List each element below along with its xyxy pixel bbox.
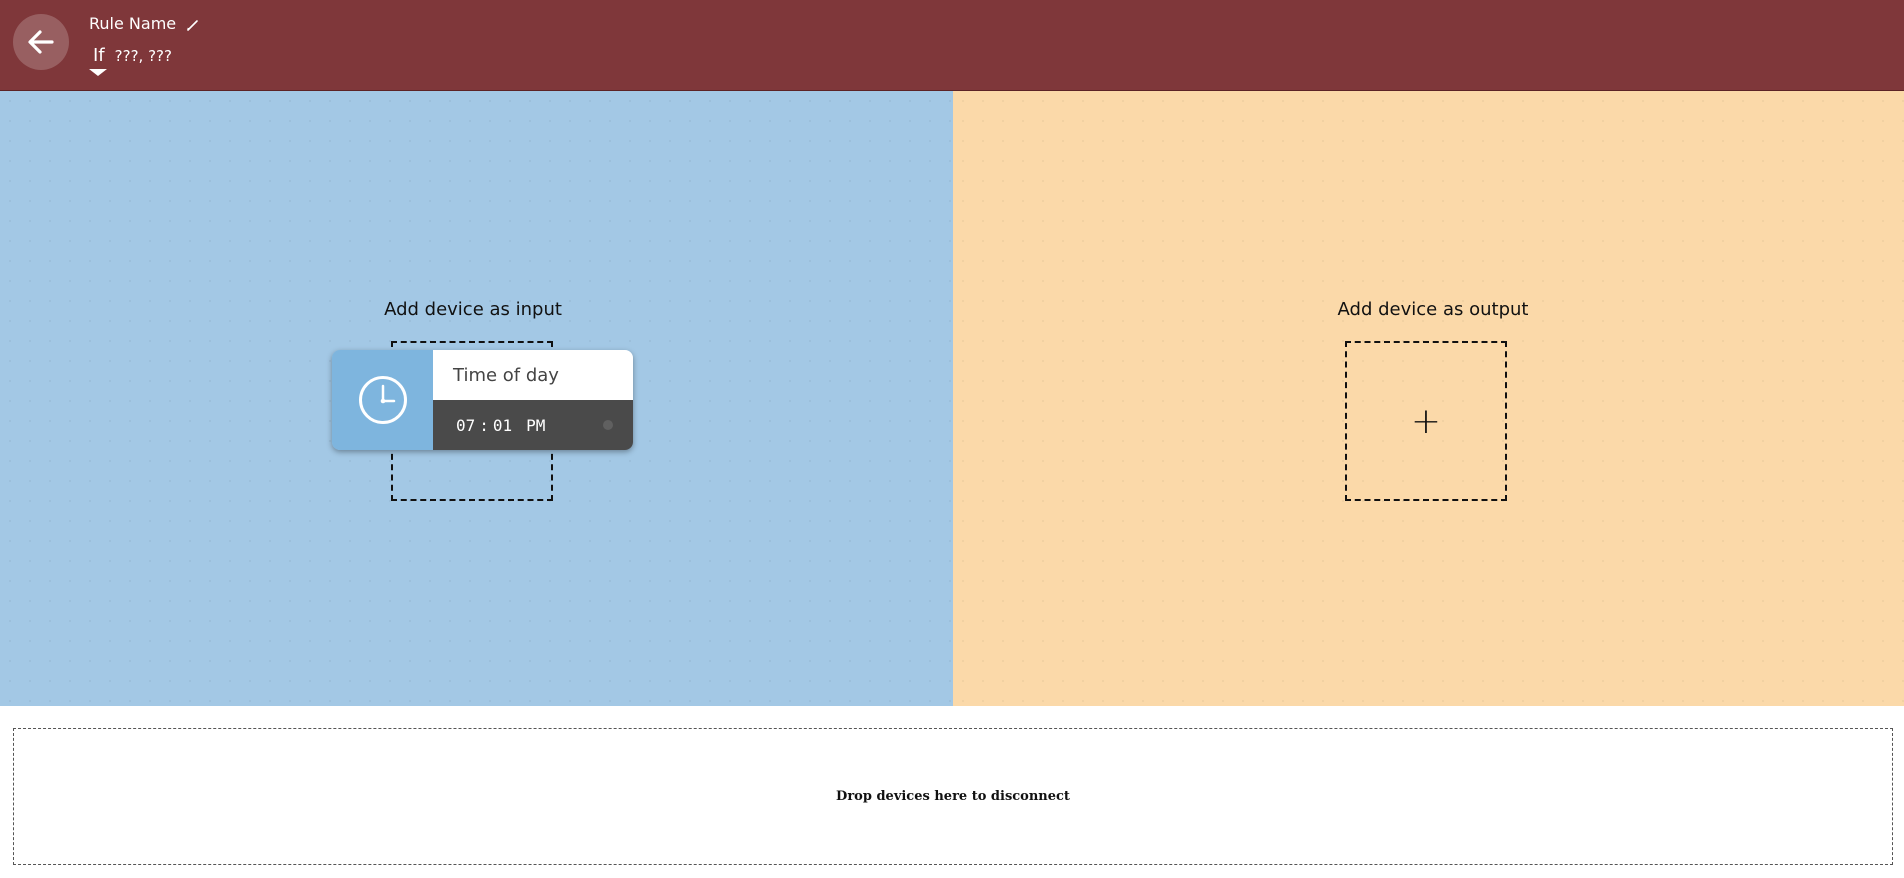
edit-icon[interactable] bbox=[186, 17, 200, 31]
rule-header: Rule Name If ???, ??? bbox=[0, 0, 1904, 91]
device-name: Time of day bbox=[433, 350, 633, 400]
time-input[interactable]: 07 : 01 PM bbox=[433, 400, 633, 450]
input-area-label: Add device as input bbox=[384, 299, 562, 320]
output-area-label: Add device as output bbox=[1337, 299, 1529, 320]
ampm-field[interactable]: PM bbox=[526, 416, 545, 435]
time-of-day-device[interactable]: Time of day 07 : 01 PM bbox=[332, 350, 633, 450]
device-icon-box bbox=[332, 350, 433, 450]
disconnect-label: Drop devices here to disconnect bbox=[836, 789, 1070, 804]
add-output-icon: + bbox=[1410, 400, 1442, 442]
hour-field[interactable]: 07 bbox=[456, 416, 475, 435]
clock-icon bbox=[358, 376, 407, 424]
rule-type-value: If bbox=[93, 45, 105, 66]
back-button[interactable] bbox=[13, 14, 69, 70]
minute-field[interactable]: 01 bbox=[493, 416, 512, 435]
output-area: Add device as output + bbox=[953, 91, 1904, 706]
clear-time-icon[interactable] bbox=[603, 420, 613, 430]
caret-down-icon bbox=[89, 69, 107, 76]
rule-name[interactable]: Rule Name bbox=[89, 14, 176, 33]
rule-type-select[interactable]: If bbox=[89, 45, 109, 76]
disconnect-dropzone[interactable]: Drop devices here to disconnect bbox=[13, 728, 1893, 865]
rule-summary: If ???, ??? bbox=[89, 45, 172, 76]
device-body: Time of day 07 : 01 PM bbox=[433, 350, 633, 450]
output-dropzone[interactable]: + bbox=[1345, 341, 1507, 501]
time-separator: : bbox=[479, 415, 489, 435]
rule-title-row: Rule Name bbox=[89, 14, 200, 33]
rule-description: ???, ??? bbox=[114, 47, 172, 65]
arrow-left-icon bbox=[28, 30, 54, 54]
